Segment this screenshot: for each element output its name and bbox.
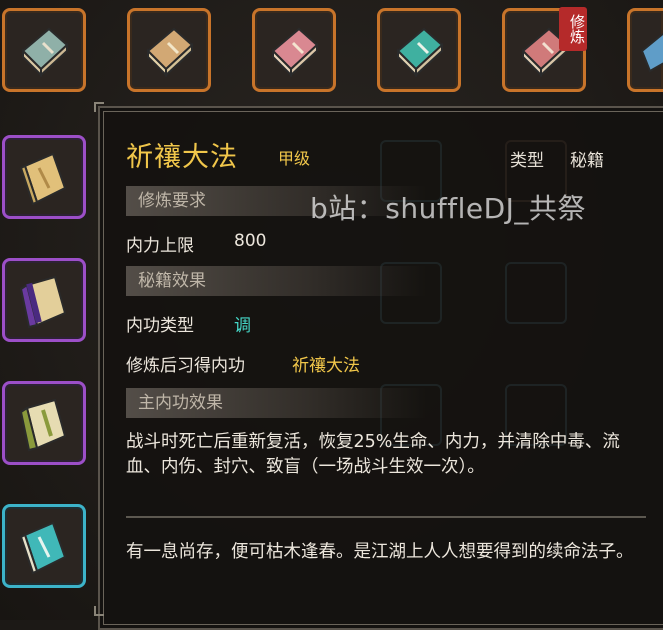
main-effect-header: 主内功效果	[126, 388, 426, 418]
effect-header: 秘籍效果	[126, 266, 426, 296]
item-grade: 甲级	[278, 149, 311, 168]
item-slot-side-2[interactable]	[2, 258, 86, 342]
green-book-icon	[19, 398, 67, 452]
teal-book-icon	[396, 27, 444, 78]
pink-book-icon	[271, 27, 319, 78]
background-slot	[505, 262, 567, 324]
learned-skill-label: 修炼后习得内功	[126, 356, 245, 376]
panel-divider	[126, 516, 646, 518]
panel-corner-ornament	[94, 102, 104, 112]
item-slot-side-4[interactable]	[2, 504, 86, 588]
item-slot-6[interactable]	[627, 8, 663, 92]
watermark: b站：shuffleDJ_共祭	[310, 192, 586, 225]
item-slot-side-3[interactable]	[2, 381, 86, 465]
flavor-text: 有一息尚存，便可枯木逢春。是江湖上人人想要得到的续命法子。	[126, 542, 634, 562]
item-title: 祈禳大法	[126, 142, 238, 173]
learned-skill-value: 祈禳大法	[292, 356, 360, 376]
blue-green-book-icon	[21, 27, 69, 78]
internal-type-value: 调	[234, 316, 251, 336]
cultivating-badge: 修炼	[559, 7, 587, 51]
item-slot-3[interactable]	[252, 8, 336, 92]
type-label: 类型	[510, 151, 544, 171]
requirement-label: 内力上限	[126, 236, 194, 256]
blue-book-icon	[640, 32, 663, 73]
purple-book-icon	[19, 275, 67, 329]
requirement-value: 800	[234, 231, 267, 251]
tan-book-icon	[146, 27, 194, 78]
item-slot-5[interactable]: 修炼	[502, 7, 587, 92]
tan-book-icon	[19, 152, 67, 206]
type-value: 秘籍	[570, 151, 604, 171]
internal-type-label: 内功类型	[126, 316, 194, 336]
item-slot-side-1[interactable]	[2, 135, 86, 219]
item-slot-4[interactable]	[377, 8, 461, 92]
main-effect-text: 战斗时死亡后重新复活，恢复25%生命、内力，并清除中毒、流血、内伤、封穴、致盲（…	[126, 432, 620, 477]
item-slot-1[interactable]	[2, 8, 86, 92]
item-slot-2[interactable]	[127, 8, 211, 92]
teal-book-icon	[19, 521, 67, 575]
panel-corner-ornament	[94, 606, 104, 616]
